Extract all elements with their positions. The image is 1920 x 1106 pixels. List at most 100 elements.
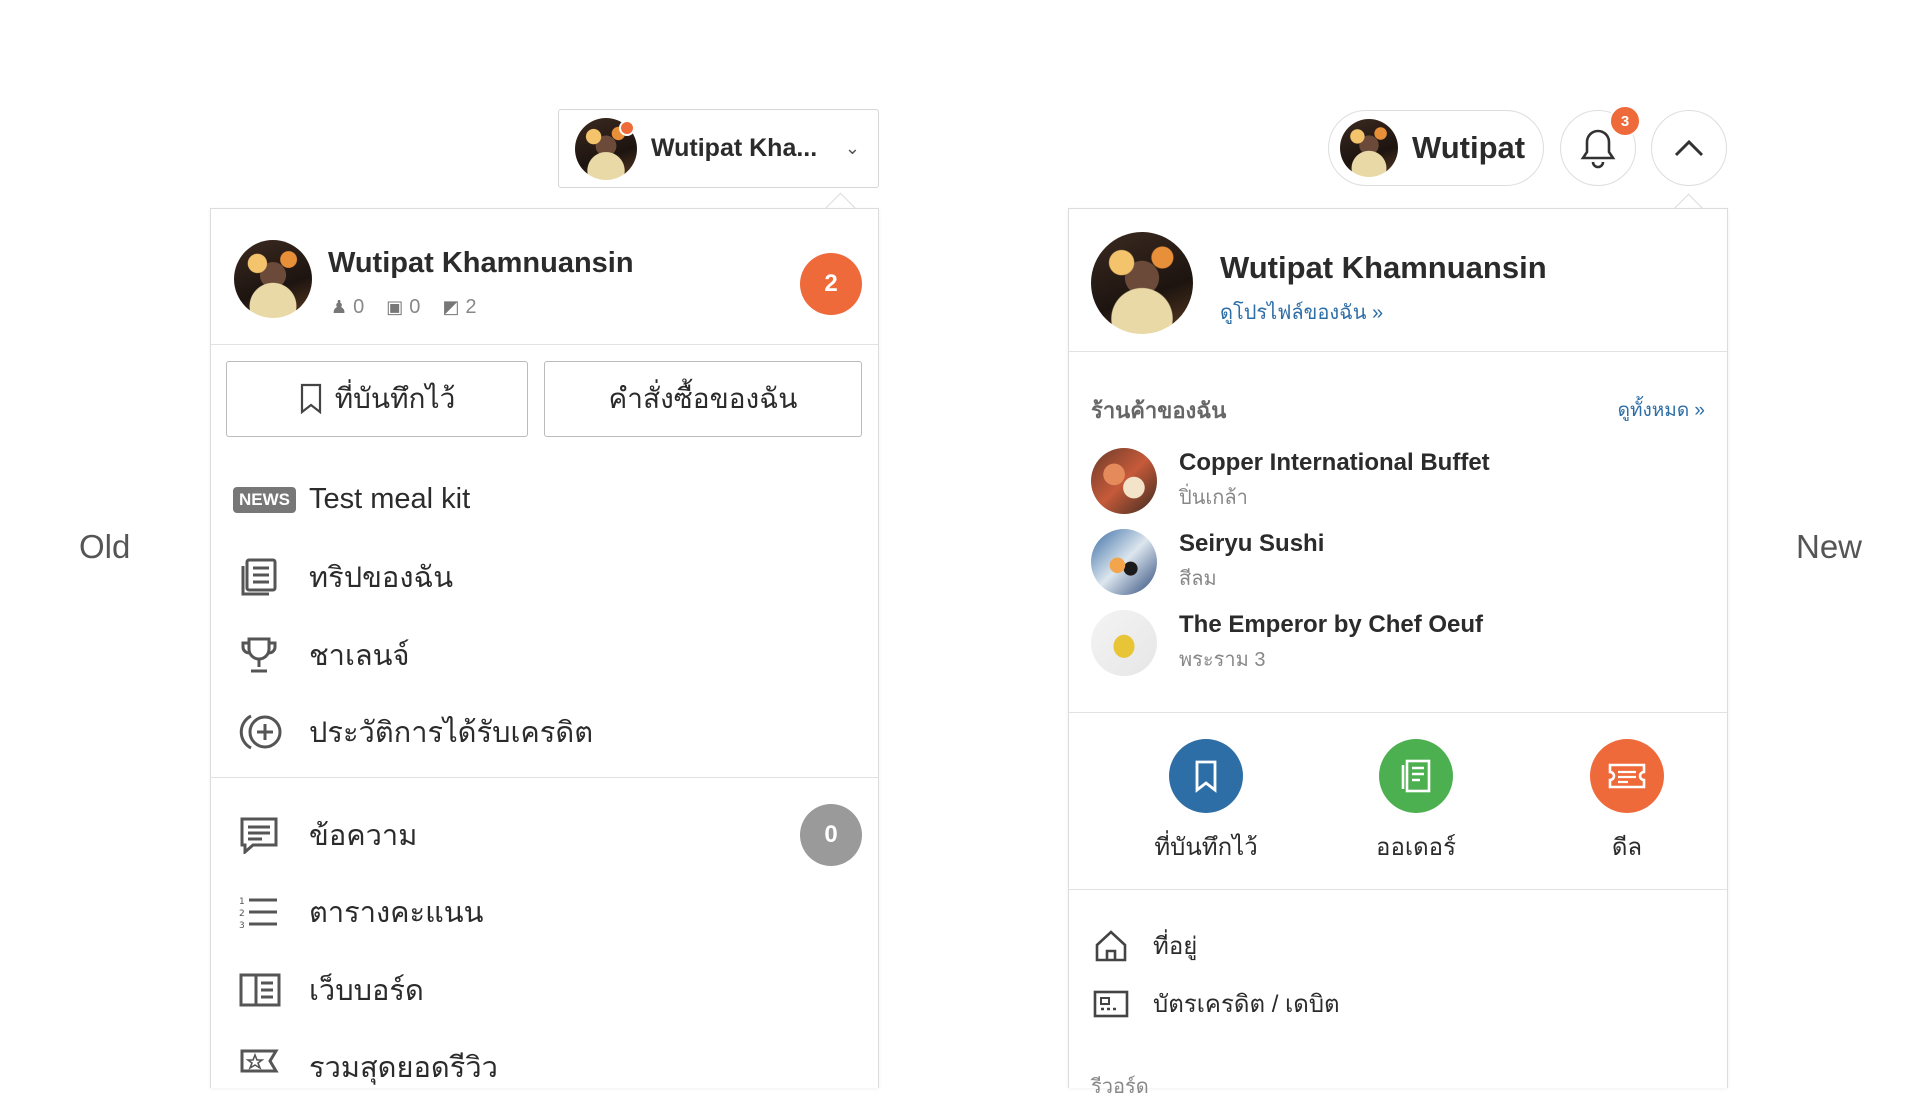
avatar — [575, 118, 637, 180]
menu-item-label: ชาเลนจ์ — [309, 632, 409, 678]
book-open-icon — [239, 973, 281, 1007]
pill-user-name: Wutipat — [1412, 130, 1525, 166]
shop-name: Seiryu Sushi — [1179, 530, 1324, 558]
shop-text: Seiryu Sushi สีลม — [1179, 530, 1324, 594]
my-orders-button[interactable]: คำสั่งซื้อของฉัน — [544, 361, 862, 437]
menu-item-messages[interactable]: ข้อความ 0 — [211, 796, 878, 874]
credit-icon-wrap — [239, 712, 309, 752]
address-link[interactable]: ที่อยู่ — [1093, 926, 1197, 965]
svg-text:2: 2 — [239, 909, 245, 919]
chevron-up-icon — [1673, 138, 1705, 158]
deals-action[interactable]: ดีล — [1552, 739, 1702, 866]
receipt-icon — [1399, 758, 1433, 794]
address-label: ที่อยู่ — [1153, 926, 1197, 965]
webboard-icon-wrap — [239, 973, 309, 1007]
menu-item-label: ข้อความ — [309, 812, 417, 858]
quick-actions: ที่บันทึกไว้ ออเดอร์ ดีล — [1069, 713, 1727, 890]
profile-name[interactable]: Wutipat Khamnuansin — [328, 247, 634, 280]
shop-item[interactable]: Seiryu Sushi สีลม — [1091, 529, 1324, 595]
my-shops-section: ร้านค้าของฉัน ดูทั้งหมด » Copper Interna… — [1069, 352, 1727, 713]
menu-item-my-trips[interactable]: ทริปของฉัน — [211, 539, 878, 617]
ranking-icon-wrap: 123 — [239, 895, 309, 929]
document-stack-icon — [239, 558, 279, 596]
news-tag: NEWS — [233, 487, 296, 513]
profile-avatar[interactable] — [1091, 232, 1193, 334]
new-account-menu: Wutipat Khamnuansin ดูโปรไฟล์ของฉัน » ร้… — [1068, 208, 1728, 1088]
saved-button-label: ที่บันทึกไว้ — [335, 377, 456, 421]
ranked-list-icon: 123 — [239, 895, 279, 929]
shop-item[interactable]: The Emperor by Chef Oeuf พระราม 3 — [1091, 610, 1483, 676]
messages-badge: 0 — [800, 804, 862, 866]
shop-location: ปิ่นเกล้า — [1179, 481, 1490, 513]
menu-item-top-reviews[interactable]: รวมสุดยอดรีวิว — [211, 1029, 878, 1106]
profile-avatar[interactable] — [234, 240, 312, 318]
chevron-down-icon: ⌄ — [845, 138, 860, 159]
trophy-icon — [239, 635, 279, 675]
old-quick-buttons: ที่บันทึกไว้ คำสั่งซื้อของฉัน — [226, 361, 862, 437]
star-flag-icon — [239, 1048, 279, 1086]
followers-count: 0 — [353, 296, 364, 318]
reviews-stat: ▣0 — [386, 296, 420, 319]
orders-action-label: ออเดอร์ — [1341, 827, 1491, 866]
new-account-pill[interactable]: Wutipat — [1328, 110, 1544, 186]
menu-item-challenge[interactable]: ชาเลนจ์ — [211, 616, 878, 694]
menu-item-label: เว็บบอร์ด — [309, 967, 424, 1013]
my-orders-label: คำสั่งซื้อของฉัน — [609, 377, 798, 421]
svg-text:3: 3 — [239, 921, 245, 929]
old-account-dropdown-trigger[interactable]: Wutipat Kha... ⌄ — [558, 109, 879, 188]
shop-name: The Emperor by Chef Oeuf — [1179, 611, 1483, 639]
menu-item-credit-history[interactable]: ประวัติการได้รับเครดิต — [211, 694, 878, 772]
cards-link[interactable]: บัตรเครดิต / เดบิต — [1093, 984, 1340, 1023]
orders-action-circle — [1379, 739, 1453, 813]
shop-text: Copper International Buffet ปิ่นเกล้า — [1179, 449, 1490, 513]
photos-count: 2 — [465, 296, 476, 318]
old-menu-list: NEWS Test meal kit ทริปของฉัน ชาเลนจ์ ปร… — [211, 461, 878, 1106]
profile-name: Wutipat Khamnuansin — [1220, 250, 1547, 286]
add-credit-icon — [239, 712, 285, 752]
shop-item[interactable]: Copper International Buffet ปิ่นเกล้า — [1091, 448, 1490, 514]
saved-action-label: ที่บันทึกไว้ — [1131, 827, 1281, 866]
notification-count-badge: 3 — [1609, 105, 1641, 137]
avatar — [1340, 119, 1398, 177]
deals-action-circle — [1590, 739, 1664, 813]
bookmark-icon — [299, 383, 323, 415]
old-label: Old — [79, 528, 130, 566]
bell-icon — [1579, 127, 1617, 169]
trips-icon-wrap — [239, 558, 309, 596]
saved-action-circle — [1169, 739, 1243, 813]
orders-action[interactable]: ออเดอร์ — [1341, 739, 1491, 866]
trigger-user-name: Wutipat Kha... — [651, 134, 817, 163]
menu-divider — [211, 777, 878, 778]
profile-stats: ♟0 ▣0 ◩2 — [331, 296, 477, 319]
old-account-menu: Wutipat Khamnuansin ♟0 ▣0 ◩2 2 ที่บันทึก… — [210, 208, 879, 1088]
shop-name: Copper International Buffet — [1179, 449, 1490, 477]
reviews-count: 0 — [409, 296, 420, 318]
menu-item-label: รวมสุดยอดรีวิว — [309, 1044, 498, 1090]
menu-item-leaderboard[interactable]: 123 ตารางคะแนน — [211, 874, 878, 952]
collapse-menu-button[interactable] — [1651, 110, 1727, 186]
shop-location: พระราม 3 — [1179, 643, 1483, 675]
saved-action[interactable]: ที่บันทึกไว้ — [1131, 739, 1281, 866]
menu-item-label: ประวัติการได้รับเครดิต — [309, 709, 593, 755]
notification-badge[interactable]: 2 — [800, 253, 862, 315]
star-icon-wrap — [239, 1048, 309, 1086]
notifications-button[interactable]: 3 — [1560, 110, 1636, 186]
online-dot — [619, 120, 635, 136]
menu-item-webboard[interactable]: เว็บบอร์ด — [211, 951, 878, 1029]
view-profile-link[interactable]: ดูโปรไฟล์ของฉัน » — [1220, 296, 1383, 328]
see-all-link[interactable]: ดูทั้งหมด » — [1618, 395, 1705, 425]
star-box-icon: ▣ — [386, 297, 403, 317]
saved-button[interactable]: ที่บันทึกไว้ — [226, 361, 528, 437]
deals-action-label: ดีล — [1552, 827, 1702, 866]
card-icon — [1093, 989, 1129, 1019]
news-tag-wrap: NEWS — [239, 487, 309, 513]
camera-icon: ◩ — [442, 297, 459, 317]
ticket-icon — [1607, 761, 1647, 791]
new-profile-header: Wutipat Khamnuansin ดูโปรไฟล์ของฉัน » — [1069, 209, 1727, 352]
home-icon — [1093, 928, 1129, 964]
message-icon-wrap — [239, 816, 309, 854]
rewards-label: รีวอร์ด — [1091, 1070, 1149, 1102]
followers-stat: ♟0 — [331, 296, 364, 319]
menu-item-meal-kit[interactable]: NEWS Test meal kit — [211, 461, 878, 539]
my-shops-title: ร้านค้าของฉัน — [1091, 393, 1226, 428]
